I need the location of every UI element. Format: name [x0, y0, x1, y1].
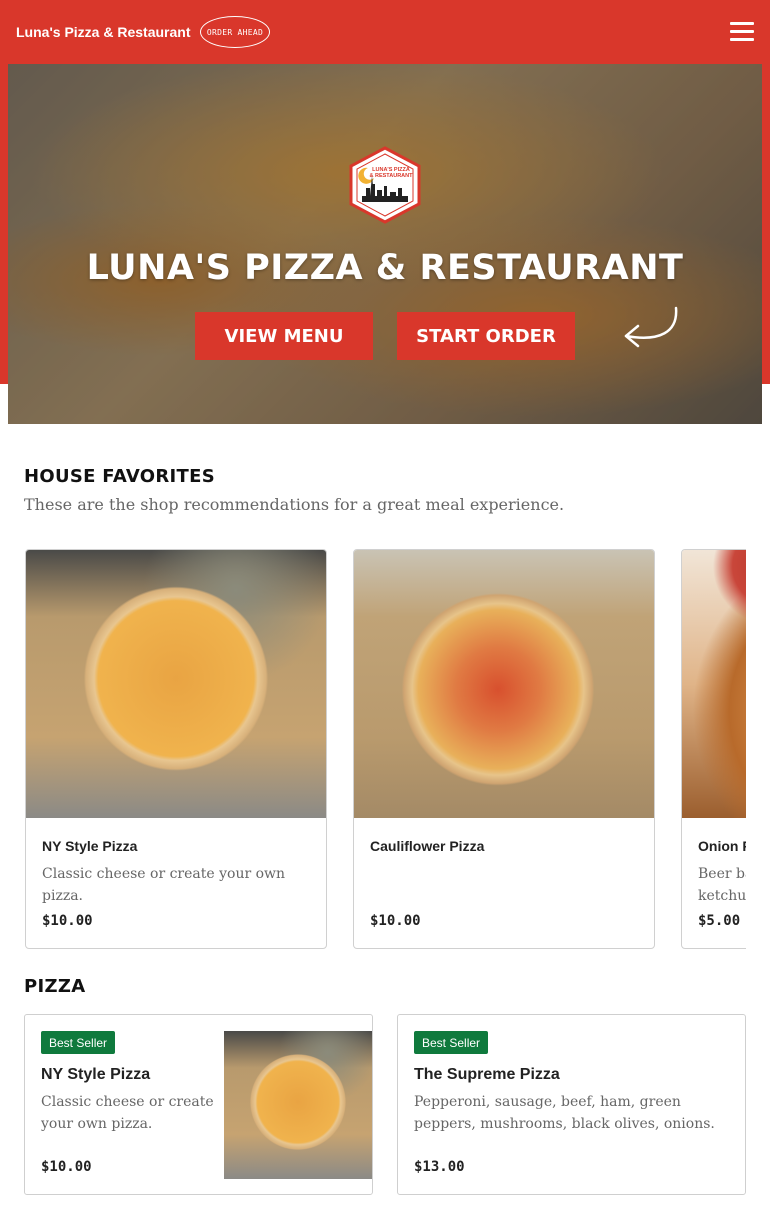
cauliflower-pizza-image	[354, 550, 654, 818]
favorites-carousel[interactable]: NY Style Pizza Classic cheese or create …	[24, 548, 746, 950]
favorite-price: $10.00	[42, 913, 93, 929]
view-menu-button[interactable]: VIEW MENU	[195, 312, 373, 360]
favorite-name: Cauliflower Pizza	[370, 838, 485, 854]
pizza-heading: PIZZA	[24, 976, 86, 997]
svg-text:& RESTAURANT: & RESTAURANT	[370, 173, 414, 179]
favorite-card[interactable]: Onion Rings Beer battered onion rings wi…	[681, 549, 746, 949]
hamburger-menu-icon[interactable]	[730, 22, 754, 42]
start-order-button[interactable]: START ORDER	[397, 312, 575, 360]
menu-item-name: The Supreme Pizza	[414, 1066, 560, 1083]
favorite-name: NY Style Pizza	[42, 838, 138, 854]
favorite-price: $10.00	[370, 913, 421, 929]
favorite-description: Classic cheese or create your own pizza.	[42, 866, 286, 904]
ny-style-pizza-thumbnail	[224, 1031, 372, 1179]
favorite-price: $5.00	[698, 913, 741, 929]
hero-title: LUNA'S PIZZA & RESTAURANT	[86, 248, 684, 288]
ny-style-pizza-image	[26, 550, 326, 818]
menu-item-name: NY Style Pizza	[41, 1066, 151, 1083]
menu-item-card[interactable]: Best Seller The Supreme Pizza Pepperoni,…	[397, 1014, 746, 1195]
top-header: Luna's Pizza & Restaurant ORDER AHEAD	[0, 0, 770, 64]
brand-name[interactable]: Luna's Pizza & Restaurant	[16, 24, 190, 40]
curved-arrow-icon	[624, 306, 678, 348]
favorite-name: Onion Rings	[698, 838, 746, 854]
order-ahead-logo[interactable]: ORDER AHEAD	[200, 16, 270, 48]
house-favorites-heading: HOUSE FAVORITES	[24, 466, 215, 487]
favorite-card[interactable]: Cauliflower Pizza $10.00	[353, 549, 655, 949]
menu-item-description: Pepperoni, sausage, beef, ham, green pep…	[414, 1094, 715, 1132]
hero-banner: LUNA'S PIZZA & RESTAURANT LUNA'S PIZZA &…	[8, 64, 762, 424]
menu-item-price: $13.00	[414, 1159, 465, 1175]
favorite-card[interactable]: NY Style Pizza Classic cheese or create …	[25, 549, 327, 949]
menu-item-description: Classic cheese or create your own pizza.	[41, 1094, 214, 1132]
menu-item-card[interactable]: Best Seller NY Style Pizza Classic chees…	[24, 1014, 373, 1195]
menu-item-price: $10.00	[41, 1159, 92, 1175]
restaurant-logo: LUNA'S PIZZA & RESTAURANT	[349, 146, 421, 224]
best-seller-badge: Best Seller	[414, 1031, 489, 1054]
favorite-description: Beer battered onion rings with ketchup o…	[698, 866, 746, 904]
best-seller-badge: Best Seller	[41, 1031, 116, 1054]
onion-rings-image	[682, 550, 746, 818]
house-favorites-subtitle: These are the shop recommendations for a…	[24, 495, 565, 514]
